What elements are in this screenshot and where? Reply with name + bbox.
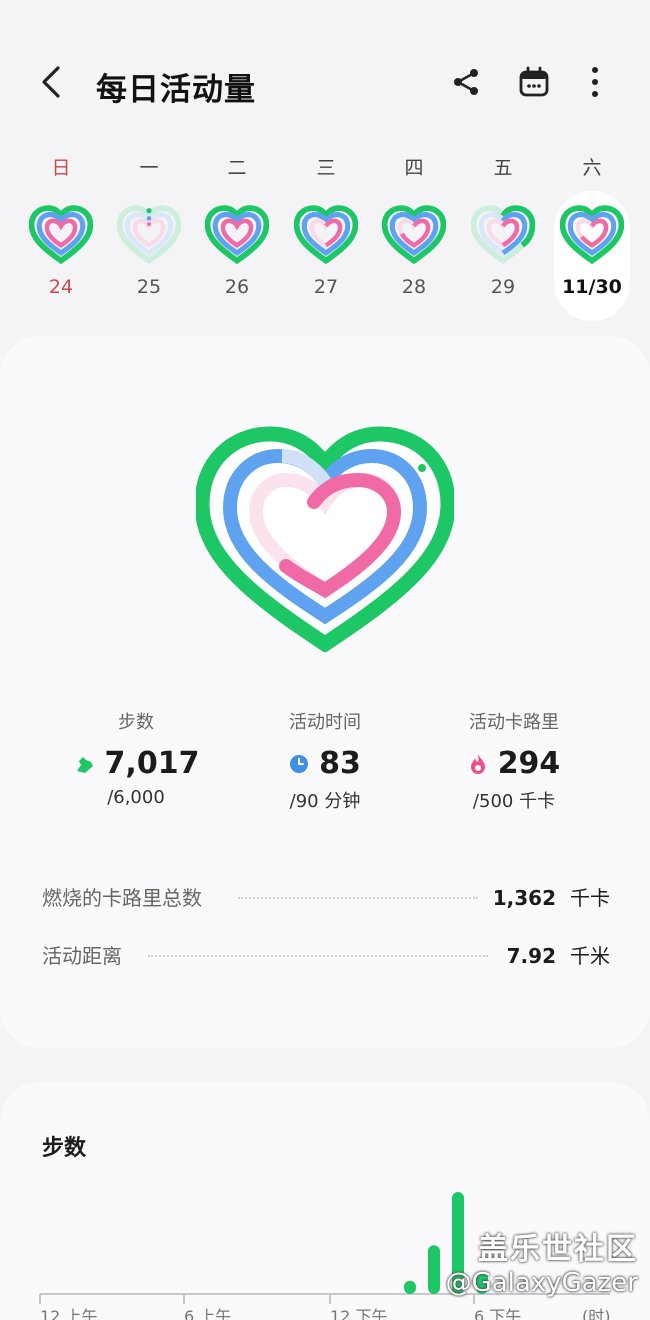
more-options-button[interactable] bbox=[573, 60, 617, 104]
more-vertical-icon bbox=[592, 67, 598, 97]
back-button[interactable] bbox=[30, 60, 74, 104]
steps-label: 步数 bbox=[118, 712, 154, 733]
x-tick-label: 6 下午 bbox=[474, 1307, 521, 1320]
distance-value: 7.92 千米 bbox=[506, 944, 610, 968]
active-calories-metric[interactable]: 活动卡路里 294 /500 千卡 bbox=[404, 708, 624, 813]
weekday-label: 四 bbox=[404, 157, 424, 179]
distance-label: 活动距离 bbox=[42, 944, 122, 968]
weekday-label: 五 bbox=[493, 157, 513, 179]
weekday-label: 三 bbox=[316, 157, 336, 179]
steps-bar bbox=[428, 1245, 440, 1294]
calendar-button[interactable] bbox=[512, 60, 556, 104]
active-time-metric[interactable]: 活动时间 83 /90 分钟 bbox=[215, 708, 435, 813]
x-axis-unit: (时) bbox=[582, 1307, 611, 1320]
activity-heart-chart bbox=[196, 426, 454, 652]
dotted-leader bbox=[238, 897, 478, 899]
activity-summary-card: 步数 7,017 /6,000 活动时间 83 /90 分钟 活动卡路里 294 bbox=[0, 336, 650, 1048]
chevron-left-icon bbox=[42, 66, 60, 98]
calendar-icon bbox=[519, 66, 549, 97]
activity-heart-icon bbox=[560, 205, 624, 265]
activity-heart-icon bbox=[471, 205, 535, 265]
day-monday[interactable]: 一 25 bbox=[109, 145, 189, 325]
app-header: 每日活动量 bbox=[0, 40, 650, 130]
clock-icon bbox=[290, 754, 309, 773]
date-label: 11/30 bbox=[562, 276, 622, 298]
page-title: 每日活动量 bbox=[96, 72, 256, 108]
watermark-handle: @GalaxyGazer bbox=[445, 1268, 638, 1298]
watermark-title: 盖乐世社区 bbox=[478, 1232, 638, 1267]
day-friday[interactable]: 五 29 bbox=[463, 145, 543, 325]
x-tick-label: 12 下午 bbox=[330, 1307, 387, 1320]
total-calories-value: 1,362 千卡 bbox=[492, 886, 610, 910]
date-label: 24 bbox=[48, 276, 74, 298]
steps-goal: /6,000 bbox=[107, 787, 165, 808]
activity-heart-icon bbox=[382, 205, 446, 265]
day-thursday[interactable]: 四 28 bbox=[374, 145, 454, 325]
active-time-goal: /90 分钟 bbox=[289, 791, 361, 812]
dotted-leader bbox=[148, 955, 488, 957]
total-calories-label: 燃烧的卡路里总数 bbox=[42, 886, 202, 910]
date-label: 27 bbox=[313, 276, 339, 298]
day-saturday-selected[interactable]: 六 11/30 bbox=[552, 145, 632, 325]
weekday-label: 一 bbox=[139, 157, 159, 179]
flame-icon bbox=[470, 753, 485, 774]
total-calories-row: 燃烧的卡路里总数 1,362 千卡 bbox=[42, 882, 610, 912]
activity-heart-icon bbox=[117, 205, 181, 265]
active-time-label: 活动时间 bbox=[289, 712, 361, 733]
share-icon bbox=[454, 69, 478, 95]
steps-value: 7,017 bbox=[104, 746, 200, 781]
x-tick-label: 12 上午 bbox=[40, 1307, 97, 1320]
active-calories-value: 294 bbox=[497, 746, 561, 781]
date-label: 29 bbox=[490, 276, 516, 298]
steps-bar bbox=[404, 1280, 416, 1294]
activity-heart-icon bbox=[205, 205, 269, 265]
date-label: 26 bbox=[224, 276, 250, 298]
date-label: 28 bbox=[401, 276, 427, 298]
weekday-label: 二 bbox=[227, 157, 247, 179]
day-sunday[interactable]: 日 24 bbox=[21, 145, 101, 325]
week-selector: 日 24 一 25 二 26 三 27 四 28 五 29 六 11/30 bbox=[0, 145, 650, 325]
day-wednesday[interactable]: 三 27 bbox=[286, 145, 366, 325]
activity-heart-icon bbox=[294, 205, 358, 265]
distance-row: 活动距离 7.92 千米 bbox=[42, 940, 610, 970]
x-tick-label: 6 上午 bbox=[184, 1307, 231, 1320]
active-time-value: 83 bbox=[319, 746, 361, 781]
weekday-label: 六 bbox=[582, 157, 602, 179]
shoe-icon bbox=[76, 756, 93, 773]
share-button[interactable] bbox=[444, 60, 488, 104]
active-calories-label: 活动卡路里 bbox=[469, 712, 559, 733]
date-label: 25 bbox=[136, 276, 162, 298]
activity-heart-icon bbox=[29, 205, 93, 265]
day-tuesday[interactable]: 二 26 bbox=[197, 145, 277, 325]
active-calories-goal: /500 千卡 bbox=[472, 791, 556, 812]
weekday-label: 日 bbox=[51, 157, 71, 179]
steps-metric[interactable]: 步数 7,017 /6,000 bbox=[26, 708, 246, 808]
